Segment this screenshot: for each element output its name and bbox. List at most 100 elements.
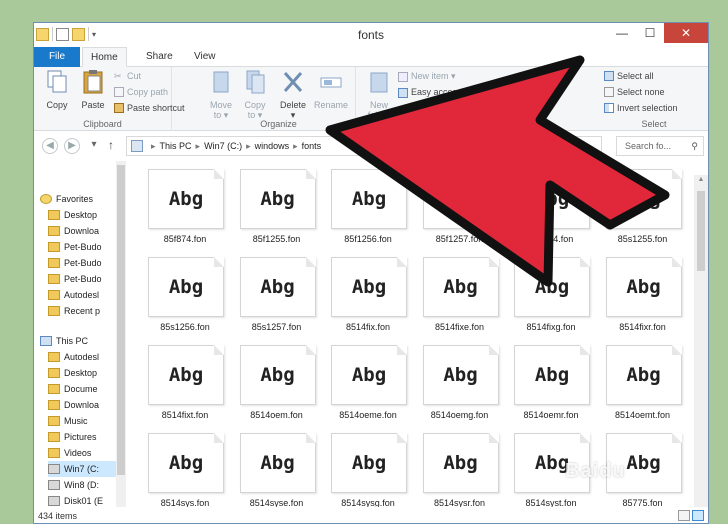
file-item[interactable]: Abg 85s1256.fon [142, 249, 228, 337]
copy-path-icon [114, 87, 124, 97]
file-name: 8514oemr.fon [523, 410, 579, 420]
back-button[interactable]: ◀ [42, 138, 58, 154]
file-item[interactable]: Abg 8514fixe.fon [417, 249, 503, 337]
nav-item[interactable]: Win8 (D: [48, 477, 116, 493]
open-button[interactable]: Open ▾ [544, 73, 573, 84]
file-item[interactable]: Abg 8514fixr.fon [600, 249, 686, 337]
font-file-icon: Abg [514, 257, 590, 317]
nav-item[interactable]: Docume [48, 381, 116, 397]
copy-button[interactable]: Copy [38, 69, 76, 110]
file-name: 8514syst.fon [525, 498, 577, 507]
rename-button[interactable]: Rename [312, 69, 350, 110]
move-to-button[interactable]: Move to ▾ [202, 69, 240, 121]
file-item[interactable]: Abg 8514oeme.fon [325, 337, 411, 425]
file-item[interactable]: Abg 85f1257.fon [417, 161, 503, 249]
up-button[interactable]: ↑ [108, 138, 114, 152]
breadcrumb-item[interactable]: Win7 (C:) [204, 141, 242, 151]
nav-item[interactable]: Win7 (C: [48, 461, 116, 477]
nav-item[interactable]: Recent p [48, 303, 116, 319]
file-item[interactable]: Abg 85f1255.fon [234, 161, 320, 249]
file-item[interactable]: Abg 8514syse.fon [234, 425, 320, 507]
page-fold [580, 257, 590, 267]
breadcrumb-item[interactable]: windows [255, 141, 290, 151]
nav-scrollbar-thumb[interactable] [117, 165, 125, 475]
file-item[interactable]: Abg 8514oemg.fon [417, 337, 503, 425]
tab-file[interactable]: File [34, 47, 80, 67]
search-icon[interactable]: ⚲ [691, 137, 698, 155]
nav-item[interactable]: Autodesl [48, 287, 116, 303]
file-item[interactable]: Abg 85s874.fon [508, 161, 594, 249]
address-bar[interactable]: ▸ This PC ▸ Win7 (C:) ▸ windows ▸ fonts [126, 136, 602, 156]
large-icons-view-icon[interactable] [692, 510, 704, 521]
breadcrumb-item[interactable]: This PC [160, 141, 192, 151]
nav-item[interactable]: Pet-Budo [48, 239, 116, 255]
folder-icon [48, 400, 60, 410]
nav-item[interactable]: Pet-Budo [48, 271, 116, 287]
file-item[interactable]: Abg 85f874.fon [142, 161, 228, 249]
cut-button[interactable]: ✂ Cut [114, 71, 141, 81]
nav-item[interactable]: Disk01 (E [48, 493, 116, 507]
copy-path-button[interactable]: Copy path [114, 87, 168, 97]
invert-selection-button[interactable]: Invert selection [604, 103, 678, 113]
nav-item[interactable]: Desktop [48, 207, 116, 223]
nav-item[interactable]: Pictures [48, 429, 116, 445]
content-scrollbar[interactable]: ▲ [694, 175, 708, 507]
drive-icon [48, 496, 60, 506]
page-fold [671, 433, 682, 443]
page-fold [671, 169, 682, 179]
scroll-up-icon[interactable]: ▲ [694, 176, 708, 183]
easy-access-button[interactable]: Easy access ▾ [398, 87, 469, 98]
nav-scrollbar[interactable] [116, 161, 126, 507]
search-input[interactable]: Search fo... ⚲ [616, 136, 704, 156]
file-item[interactable]: Abg 8514fixt.fon [142, 337, 228, 425]
file-name: 8514oem.fon [250, 410, 303, 420]
close-button[interactable]: ✕ [664, 23, 708, 43]
select-none-button[interactable]: Select none [604, 87, 665, 97]
font-preview-text: Abg [260, 276, 295, 298]
select-group: Select all Select none Invert selection … [600, 67, 708, 131]
font-file-icon: Abg [331, 169, 407, 229]
nav-item[interactable]: Favorites [40, 191, 116, 207]
minimize-button[interactable]: — [608, 23, 636, 43]
file-item[interactable]: Abg 85s1257.fon [234, 249, 320, 337]
copy-to-button[interactable]: Copy to ▾ [236, 69, 274, 121]
tab-view[interactable]: View [186, 47, 224, 67]
file-item[interactable]: Abg 8514sys.fon [142, 425, 228, 507]
paste-shortcut-button[interactable]: Paste shortcut [114, 103, 185, 113]
file-item[interactable]: Abg 85f1256.fon [325, 161, 411, 249]
content-scrollbar-thumb[interactable] [697, 191, 705, 271]
nav-item[interactable]: Videos [48, 445, 116, 461]
file-item[interactable]: Abg 85s1255.fon [600, 161, 686, 249]
select-group-label: Select [641, 119, 667, 129]
recent-locations-chevron-icon[interactable]: ▾ [86, 138, 102, 154]
nav-item[interactable]: Autodesl [48, 349, 116, 365]
organize-group-label: Organize [260, 119, 297, 129]
file-item[interactable]: Abg 8514oem.fon [234, 337, 320, 425]
font-file-icon: Abg [148, 257, 224, 317]
file-item[interactable]: Abg 8514fixg.fon [508, 249, 594, 337]
new-folder-button[interactable]: New folder [360, 69, 398, 120]
nav-item-label: Pet-Budo [64, 242, 102, 252]
new-item-button[interactable]: New item ▾ [398, 71, 456, 82]
file-item[interactable]: Abg 8514sysr.fon [417, 425, 503, 507]
file-item[interactable]: Abg 8514oemt.fon [600, 337, 686, 425]
paste-button[interactable]: Paste [74, 69, 112, 110]
nav-item[interactable]: Desktop [48, 365, 116, 381]
tab-home[interactable]: Home [82, 47, 127, 67]
nav-item[interactable]: This PC [40, 333, 116, 349]
tab-share[interactable]: Share [138, 47, 181, 67]
delete-button[interactable]: Delete ▾ [274, 69, 312, 121]
file-item[interactable]: Abg 8514sysg.fon [325, 425, 411, 507]
nav-item[interactable]: Pet-Budo [48, 255, 116, 271]
maximize-button[interactable]: ☐ [636, 23, 664, 43]
nav-item[interactable]: Downloa [48, 397, 116, 413]
file-item[interactable]: Abg 8514fix.fon [325, 249, 411, 337]
forward-button[interactable]: ▶ [64, 138, 80, 154]
file-item[interactable]: Abg 8514oemr.fon [508, 337, 594, 425]
details-view-icon[interactable] [678, 510, 690, 521]
file-name: 85s1255.fon [617, 234, 668, 244]
breadcrumb-item[interactable]: fonts [302, 141, 322, 151]
nav-item[interactable]: Music [48, 413, 116, 429]
nav-item[interactable]: Downloa [48, 223, 116, 239]
select-all-button[interactable]: Select all [604, 71, 654, 81]
